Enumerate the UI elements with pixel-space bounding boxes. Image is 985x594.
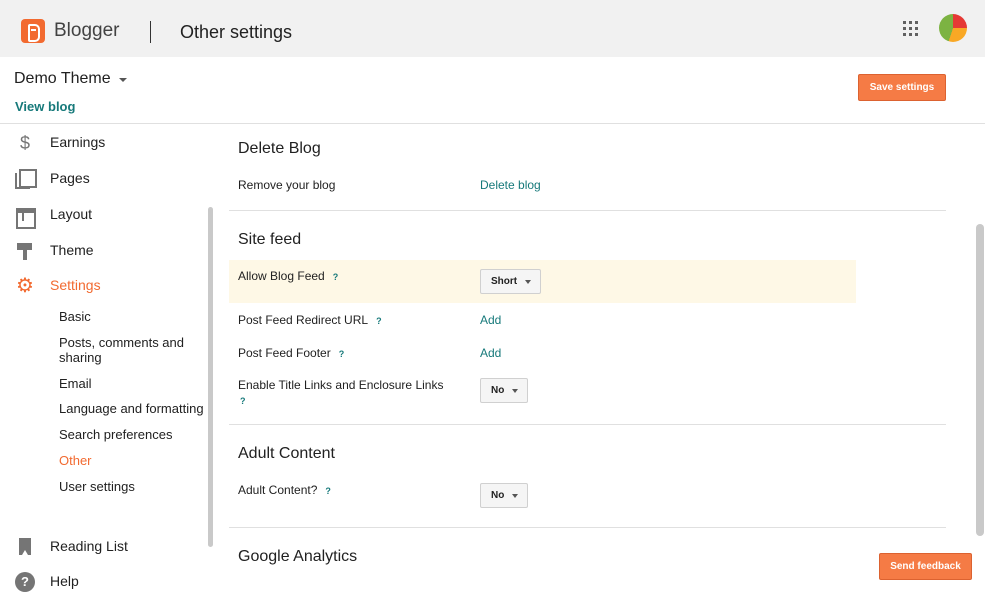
- post-feed-footer-label: Post Feed Footer?: [238, 346, 344, 360]
- sidebar-item-earnings[interactable]: $ Earnings: [0, 131, 205, 155]
- section-title-delete-blog: Delete Blog: [238, 140, 321, 157]
- sidebar-item-settings[interactable]: ⚙ Settings: [0, 274, 205, 298]
- sidebar-item-label: Earnings: [50, 134, 106, 150]
- layout-icon: [15, 205, 36, 229]
- help-icon[interactable]: ?: [333, 272, 339, 282]
- title-links-label: Enable Title Links and Enclosure Links?: [238, 378, 468, 409]
- top-bar: Blogger Other settings: [0, 0, 985, 57]
- avatar[interactable]: [939, 14, 967, 42]
- help-icon: ?: [15, 572, 35, 592]
- page-title: Other settings: [180, 22, 293, 42]
- gear-icon: ⚙: [16, 275, 34, 297]
- allow-blog-feed-dropdown[interactable]: Short: [480, 269, 541, 294]
- settings-sub-search[interactable]: Search preferences: [59, 427, 204, 442]
- chevron-down-icon[interactable]: [119, 78, 127, 82]
- help-icon[interactable]: ?: [240, 394, 246, 409]
- title-links-text: Enable Title Links and Enclosure Links: [238, 378, 444, 392]
- pages-icon: [15, 169, 37, 189]
- settings-sub-basic[interactable]: Basic: [59, 309, 204, 324]
- section-title-site-feed: Site feed: [238, 231, 302, 248]
- sidebar-item-label: Pages: [50, 170, 90, 186]
- paint-roller-icon: [15, 241, 35, 261]
- post-feed-footer-text: Post Feed Footer: [238, 346, 331, 360]
- header-divider-line: [0, 123, 985, 124]
- adult-content-label: Adult Content??: [238, 483, 331, 497]
- settings-sub-posts-comments[interactable]: Posts, comments and sharing: [59, 335, 204, 365]
- sidebar-scrollbar[interactable]: [208, 207, 213, 547]
- sidebar-item-reading-list[interactable]: Reading List: [0, 535, 205, 559]
- delete-blog-link[interactable]: Delete blog: [480, 178, 541, 192]
- settings-sub-user[interactable]: User settings: [59, 479, 204, 494]
- settings-sub-email[interactable]: Email: [59, 376, 204, 391]
- apps-grid-icon[interactable]: [903, 21, 918, 36]
- blog-selector[interactable]: Demo Theme: [14, 70, 111, 88]
- section-title-adult-content: Adult Content: [238, 445, 335, 462]
- sidebar-item-theme[interactable]: Theme: [0, 239, 205, 263]
- help-icon[interactable]: ?: [339, 349, 345, 359]
- title-links-dropdown[interactable]: No: [480, 378, 528, 403]
- section-divider: [229, 210, 946, 211]
- save-settings-button[interactable]: Save settings: [858, 74, 946, 101]
- post-feed-redirect-text: Post Feed Redirect URL: [238, 313, 369, 327]
- settings-sub-language[interactable]: Language and formatting: [59, 401, 204, 416]
- adult-content-text: Adult Content?: [238, 483, 318, 497]
- help-icon[interactable]: ?: [325, 486, 331, 496]
- help-icon[interactable]: ?: [376, 316, 382, 326]
- bookmark-icon: [15, 537, 35, 557]
- allow-blog-feed-label: Allow Blog Feed?: [238, 269, 338, 283]
- post-feed-footer-add-link[interactable]: Add: [480, 346, 501, 360]
- sidebar-item-pages[interactable]: Pages: [0, 167, 205, 191]
- sidebar-item-layout[interactable]: Layout: [0, 203, 205, 229]
- dollar-icon: $: [19, 133, 30, 153]
- brand-name[interactable]: Blogger: [54, 20, 120, 42]
- sidebar-item-label: Layout: [50, 206, 93, 222]
- sidebar-item-label: Help: [50, 573, 79, 589]
- sidebar-item-label: Settings: [50, 277, 101, 293]
- allow-blog-feed-text: Allow Blog Feed: [238, 269, 325, 283]
- main-scrollbar[interactable]: [976, 224, 984, 536]
- settings-sub-other[interactable]: Other: [59, 453, 204, 468]
- send-feedback-button[interactable]: Send feedback: [879, 553, 972, 580]
- section-divider: [229, 527, 946, 528]
- section-divider: [229, 424, 946, 425]
- sidebar-item-help[interactable]: ? Help: [0, 570, 205, 594]
- adult-content-dropdown[interactable]: No: [480, 483, 528, 508]
- blogger-logo-icon[interactable]: [21, 19, 45, 43]
- post-feed-redirect-label: Post Feed Redirect URL?: [238, 313, 382, 327]
- header-divider: [150, 21, 151, 43]
- sidebar-item-label: Theme: [50, 242, 94, 258]
- post-feed-redirect-add-link[interactable]: Add: [480, 313, 501, 327]
- view-blog-link[interactable]: View blog: [15, 99, 75, 114]
- sidebar-item-label: Reading List: [50, 538, 128, 554]
- remove-blog-label: Remove your blog: [238, 178, 336, 192]
- section-title-google-analytics: Google Analytics: [238, 548, 358, 565]
